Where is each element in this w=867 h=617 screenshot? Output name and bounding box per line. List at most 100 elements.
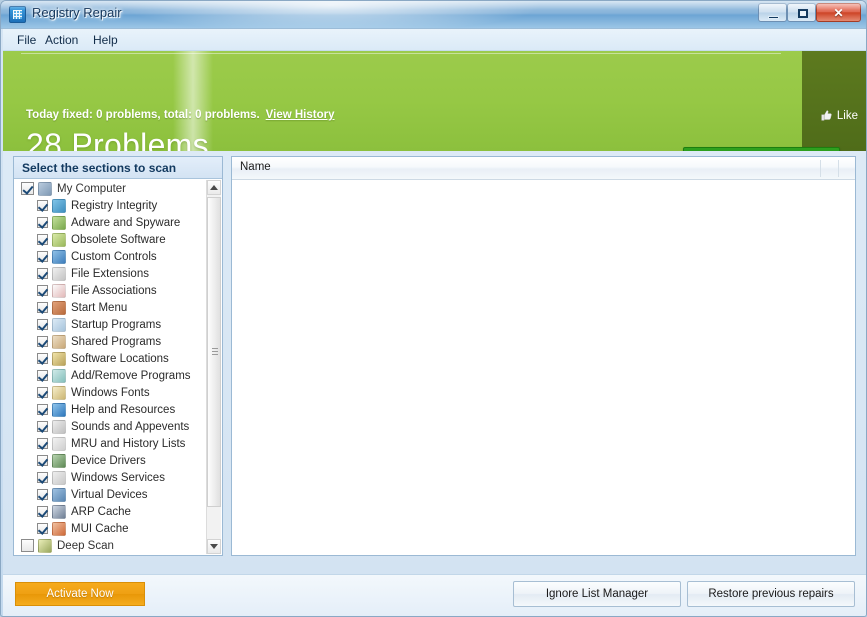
sections-panel-header: Select the sections to scan <box>14 157 222 179</box>
start-menu-icon <box>52 300 66 315</box>
checkbox-file-extensions[interactable] <box>37 268 48 279</box>
adware-icon <box>52 215 66 230</box>
close-button[interactable]: ✕ <box>816 3 861 22</box>
tree-row-label: MUI Cache <box>71 522 129 535</box>
tree-row[interactable]: Obsolete Software <box>15 231 221 248</box>
tree-row[interactable]: MRU and History Lists <box>15 435 221 452</box>
menu-item-action[interactable]: Action <box>39 32 84 48</box>
maximize-button[interactable] <box>787 3 816 22</box>
tree-row[interactable]: Custom Controls <box>15 248 221 265</box>
banner-divider <box>21 53 781 54</box>
tree-row[interactable]: File Associations <box>15 282 221 299</box>
checkbox-device-drivers[interactable] <box>37 455 48 466</box>
menu-item-help[interactable]: Help <box>87 32 124 48</box>
column-header-name[interactable]: Name <box>240 161 271 173</box>
tree-row-label: ARP Cache <box>71 505 131 518</box>
checkbox-my-computer[interactable] <box>21 182 34 195</box>
tree-row-label: Device Drivers <box>71 454 146 467</box>
tree-row[interactable]: Startup Programs <box>15 316 221 333</box>
tree-row-label: Registry Integrity <box>71 199 158 212</box>
restore-previous-repairs-label: Restore previous repairs <box>708 588 834 600</box>
sections-scrollbar[interactable] <box>206 180 221 554</box>
checkbox-software-locations[interactable] <box>37 353 48 364</box>
column-separator[interactable] <box>820 160 821 177</box>
tree-row[interactable]: Start Menu <box>15 299 221 316</box>
tree-row-label: Obsolete Software <box>71 233 166 246</box>
services-icon <box>52 470 66 485</box>
checkbox-obsolete-software[interactable] <box>37 234 48 245</box>
checkbox-deep-scan[interactable] <box>21 539 34 552</box>
mui-cache-icon <box>52 521 66 536</box>
checkbox-startup-programs[interactable] <box>37 319 48 330</box>
tree-row[interactable]: Deep Scan <box>15 537 221 554</box>
tree-row[interactable]: MUI Cache <box>15 520 221 537</box>
checkbox-start-menu[interactable] <box>37 302 48 313</box>
thumbs-up-icon <box>821 110 832 121</box>
chevron-down-icon <box>210 544 218 549</box>
tree-row[interactable]: Software Locations <box>15 350 221 367</box>
checkbox-file-associations[interactable] <box>37 285 48 296</box>
registry-icon <box>9 6 26 23</box>
tree-row[interactable]: Registry Integrity <box>15 197 221 214</box>
chevron-up-icon <box>210 185 218 190</box>
activate-now-button[interactable]: Activate Now <box>15 582 145 606</box>
tree-row[interactable]: Virtual Devices <box>15 486 221 503</box>
problems-count: 28 Problems <box>26 127 209 151</box>
checkbox-mui-cache[interactable] <box>37 523 48 534</box>
checkbox-shared-programs[interactable] <box>37 336 48 347</box>
sections-panel-title: Select the sections to scan <box>22 161 177 175</box>
results-header: Name <box>232 157 855 180</box>
fonts-icon <box>52 385 66 400</box>
ignore-list-manager-label: Ignore List Manager <box>545 588 649 600</box>
today-fixed-status: Today fixed: 0 problems, total: 0 proble… <box>26 109 335 121</box>
restore-previous-repairs-button[interactable]: Restore previous repairs <box>687 581 855 607</box>
like-button[interactable]: Like <box>820 109 858 122</box>
arp-cache-icon <box>52 504 66 519</box>
shared-icon <box>52 334 66 349</box>
checkbox-windows-services[interactable] <box>37 472 48 483</box>
tree-row[interactable]: Sounds and Appevents <box>15 418 221 435</box>
tree-row[interactable]: File Extensions <box>15 265 221 282</box>
checkbox-windows-fonts[interactable] <box>37 387 48 398</box>
tree-row[interactable]: Shared Programs <box>15 333 221 350</box>
trash-icon <box>52 232 66 247</box>
driver-icon <box>52 453 66 468</box>
scroll-up-button[interactable] <box>207 180 221 195</box>
checkbox-adware-and-spyware[interactable] <box>37 217 48 228</box>
sound-icon <box>52 419 66 434</box>
menu-item-file[interactable]: File <box>11 32 42 48</box>
tree-row[interactable]: Windows Services <box>15 469 221 486</box>
minimize-button[interactable] <box>758 3 787 22</box>
results-list[interactable] <box>232 180 855 555</box>
tree-row[interactable]: Device Drivers <box>15 452 221 469</box>
scrollbar-grip <box>212 348 218 356</box>
checkbox-virtual-devices[interactable] <box>37 489 48 500</box>
tree-row[interactable]: Add/Remove Programs <box>15 367 221 384</box>
checkbox-sounds-and-appevents[interactable] <box>37 421 48 432</box>
close-icon: ✕ <box>833 5 844 20</box>
title-bar: Registry Repair ✕ <box>1 1 866 29</box>
tree-row[interactable]: My Computer <box>15 180 221 197</box>
tree-row[interactable]: Help and Resources <box>15 401 221 418</box>
scrollbar-thumb[interactable] <box>207 197 221 507</box>
checkbox-registry-integrity[interactable] <box>37 200 48 211</box>
column-separator[interactable] <box>838 160 839 177</box>
checkbox-add-remove-programs[interactable] <box>37 370 48 381</box>
checkbox-custom-controls[interactable] <box>37 251 48 262</box>
software-location-icon <box>52 351 66 366</box>
deep-scan-icon <box>38 538 52 553</box>
tree-row[interactable]: ARP Cache <box>15 503 221 520</box>
tree-row[interactable]: Windows Fonts <box>15 384 221 401</box>
tree-row-label: Deep Scan <box>57 539 114 552</box>
tree-row[interactable]: Adware and Spyware <box>15 214 221 231</box>
checkbox-mru-and-history-lists[interactable] <box>37 438 48 449</box>
today-fixed-text: Today fixed: 0 problems, total: 0 proble… <box>26 109 260 121</box>
ignore-list-manager-button[interactable]: Ignore List Manager <box>513 581 681 607</box>
view-history-link[interactable]: View History <box>266 109 335 121</box>
scroll-down-button[interactable] <box>207 539 221 554</box>
checkbox-help-and-resources[interactable] <box>37 404 48 415</box>
checkbox-arp-cache[interactable] <box>37 506 48 517</box>
integrity-icon <box>52 198 66 213</box>
sections-tree[interactable]: My Computer Registry Integrity Adware and … <box>15 180 221 554</box>
controls-icon <box>52 249 66 264</box>
